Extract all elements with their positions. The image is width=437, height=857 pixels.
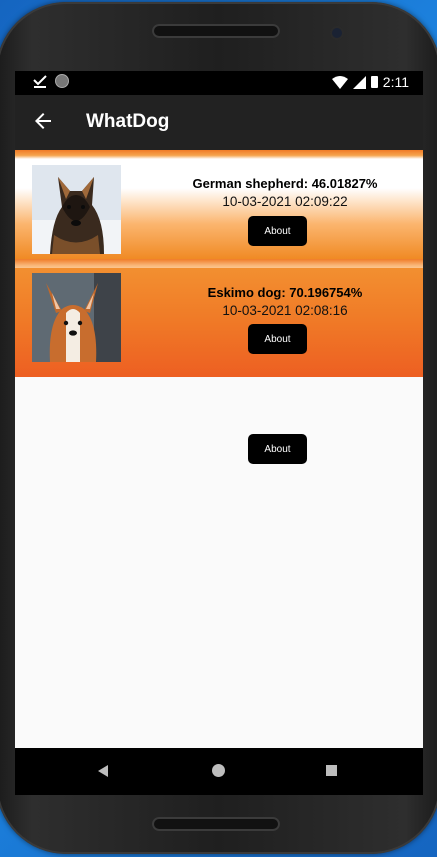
status-bar: 2:11: [15, 71, 423, 95]
page-title: WhatDog: [86, 111, 170, 132]
german-shepherd-photo: [32, 165, 121, 254]
device-screen: 2:11 WhatDog German shepherd: 46.01827% …: [15, 71, 423, 795]
front-camera: [332, 28, 342, 38]
prediction-label: German shepherd: 46.01827%: [192, 176, 378, 191]
list-item[interactable]: Eskimo dog: 70.196754% 10-03-2021 02:08:…: [15, 259, 423, 377]
timestamp-label: 10-03-2021 02:09:22: [222, 194, 348, 209]
cell-signal-icon: [352, 75, 366, 89]
nav-home-icon[interactable]: [212, 764, 225, 777]
earpiece-speaker: [152, 24, 280, 38]
battery-icon: [370, 76, 378, 88]
about-button[interactable]: About: [248, 216, 307, 246]
timestamp-label: 10-03-2021 02:08:16: [222, 303, 348, 318]
corgi-photo: [32, 273, 121, 362]
card-divider: [15, 259, 423, 268]
nav-recents-icon[interactable]: [326, 765, 337, 776]
bottom-speaker: [152, 817, 280, 831]
nav-back-icon[interactable]: [98, 765, 108, 777]
clock: 2:11: [382, 74, 409, 90]
about-button[interactable]: About: [248, 324, 307, 354]
arrow-left-icon[interactable]: [31, 109, 55, 133]
about-button[interactable]: About: [248, 434, 307, 464]
circle-icon: [55, 74, 69, 88]
list-item[interactable]: German shepherd: 46.01827% 10-03-2021 02…: [15, 150, 423, 259]
app-bar: WhatDog: [15, 95, 423, 150]
result-info: Eskimo dog: 70.196754% 10-03-2021 02:08:…: [165, 285, 405, 318]
results-list[interactable]: German shepherd: 46.01827% 10-03-2021 02…: [15, 150, 423, 748]
system-nav-bar: [15, 748, 423, 795]
wifi-icon: [331, 75, 348, 89]
prediction-label: Eskimo dog: 70.196754%: [207, 285, 363, 300]
check-download-icon: [33, 75, 47, 88]
result-info: German shepherd: 46.01827% 10-03-2021 02…: [165, 176, 405, 209]
card-divider: [15, 150, 423, 159]
